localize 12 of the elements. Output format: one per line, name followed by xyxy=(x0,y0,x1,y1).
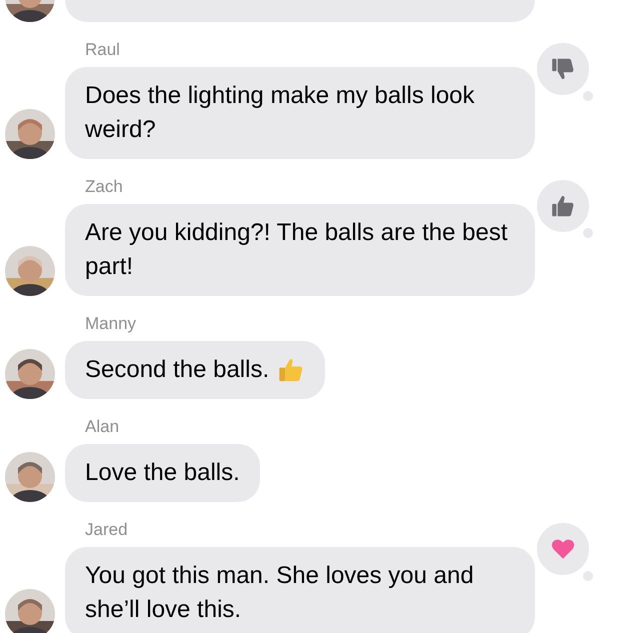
sender-name: Jared xyxy=(84,519,129,541)
message-text: Love the balls. xyxy=(85,458,240,488)
message-text: Does the lighting make my balls look weird? xyxy=(85,81,476,145)
sender-name: Raul xyxy=(84,39,121,61)
sender-name: Zach xyxy=(84,176,124,198)
sender-name: Manny xyxy=(84,313,138,335)
message-text: Are you kidding?! The balls are the best part! xyxy=(85,218,508,282)
thumbs-up-icon xyxy=(550,193,576,219)
message-text: You got this man. She loves you and she’ll love this. xyxy=(85,561,475,625)
message-text: Second the balls. xyxy=(85,355,270,385)
sender-name: Alan xyxy=(84,416,120,438)
thumbs-down-icon xyxy=(550,56,576,82)
